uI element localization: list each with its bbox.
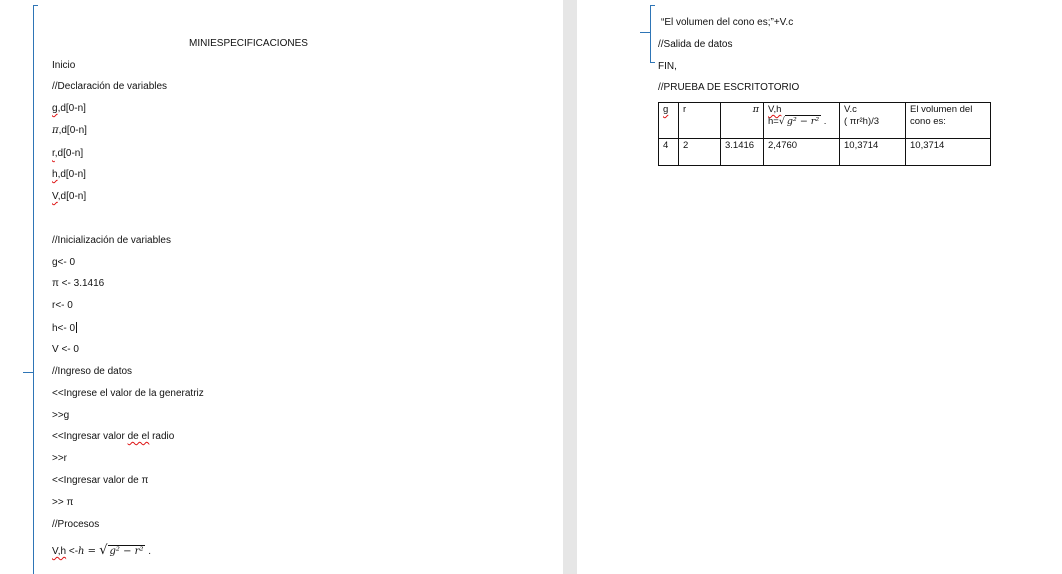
header-volume: El volumen del cono es: — [905, 102, 991, 139]
h-formula-prefix: h= — [768, 116, 779, 127]
right-document-page[interactable]: “El volumen del cono es;”+V.c //Salida d… — [577, 0, 1062, 574]
read-line: >>r — [52, 453, 68, 464]
comment-bracket-top-tick — [33, 5, 38, 6]
cell-pi: 3.1416 — [720, 138, 764, 166]
desk-test-table: g r π V,h h=√ g² − r² . V.c ( πr²h)/3 El … — [658, 102, 991, 166]
end-keyword: FIN, — [658, 61, 677, 72]
cell-r: 2 — [678, 138, 721, 166]
table-header-row: g r π V,h h=√ g² − r² . V.c ( πr²h)/3 El … — [658, 102, 991, 139]
declaration-line: V,d[0-n] — [52, 191, 86, 203]
assign-arrow: <- — [66, 546, 79, 557]
init-line: r<- 0 — [52, 300, 73, 311]
comment-bracket-bottom-tick — [650, 62, 655, 63]
start-keyword: Inicio — [52, 60, 76, 71]
prompt-text: <<Ingresar valor — [52, 431, 128, 442]
header-vh: V,h h=√ g² − r² . — [763, 102, 840, 139]
initialization-comment: //Inicialización de variables — [52, 235, 171, 246]
var-type: ,d[0-n] — [58, 125, 87, 136]
table-row: 4 2 3.1416 2,4760 10,3714 10,3714 — [658, 138, 991, 166]
header-g: g — [658, 102, 679, 139]
var-name: π — [52, 125, 59, 136]
pi-symbol: π — [752, 104, 759, 115]
formula-line: V,h <-h = √ g² − r² . — [52, 543, 151, 560]
declaration-line: g,d[0-n] — [52, 103, 86, 115]
formula-radicand: g² − r² — [107, 545, 146, 557]
formula-end: . — [145, 546, 152, 557]
cell-vh: 2,4760 — [763, 138, 840, 166]
var-type: ,d[0-n] — [57, 191, 87, 202]
process-comment: //Procesos — [52, 519, 100, 530]
input-comment: //Ingreso de datos — [52, 366, 133, 377]
output-line: “El volumen del cono es;”+V.c — [661, 17, 793, 29]
page-title: MINIESPECIFICACIONES — [189, 38, 308, 49]
comment-bracket — [33, 5, 34, 574]
header-vc: V.c ( πr²h)/3 — [839, 102, 906, 139]
misspelled-word: de el — [127, 431, 150, 442]
h-formula-end: . — [821, 116, 827, 127]
header-pi: π — [720, 102, 764, 139]
var-type: ,d[0-n] — [57, 103, 86, 114]
prompt-line: <<Ingrese el valor de la generatriz — [52, 388, 204, 399]
formula-lhs: h = — [78, 546, 100, 557]
desk-test-comment: //PRUEBA DE ESCRITOTORIO — [658, 82, 800, 93]
init-line: V <- 0 — [52, 344, 79, 355]
comment-anchor-tick — [640, 32, 651, 33]
header-vc-label: V.c — [844, 104, 857, 115]
declaration-line: r,d[0-n] — [52, 148, 83, 160]
header-h-formula: h=√ g² − r² . — [768, 115, 835, 128]
comment-bracket — [650, 5, 651, 63]
output-text: “El volumen del cono es;”+V.c — [661, 17, 794, 28]
declaration-line: h,d[0-n] — [52, 169, 86, 181]
init-line: π <- 3.1416 — [52, 278, 105, 289]
init-line: g<- 0 — [52, 257, 76, 268]
sqrt-symbol: √ — [778, 116, 785, 127]
text-cursor — [76, 322, 78, 333]
prompt-line: <<Ingresar valor de el radio — [52, 431, 174, 443]
var-type: ,d[0-n] — [57, 169, 86, 180]
sqrt-symbol: √ — [99, 543, 108, 558]
h-formula-radicand: g² − r² — [784, 115, 822, 127]
header-r: r — [678, 102, 721, 139]
prompt-line: <<Ingresar valor de π — [52, 475, 149, 486]
var-type: ,d[0-n] — [54, 148, 84, 159]
init-line-text: h<- 0 — [52, 323, 76, 334]
read-line: >>g — [52, 410, 70, 421]
declaration-comment: //Declaración de variables — [52, 81, 168, 92]
comment-bracket-top-tick — [650, 5, 655, 6]
prompt-text: radio — [149, 431, 175, 442]
left-document-page[interactable]: MINIESPECIFICACIONES Inicio //Declaració… — [0, 0, 563, 574]
cell-g: 4 — [658, 138, 679, 166]
declaration-line: π,d[0-n] — [52, 125, 87, 137]
cell-volume: 10,3714 — [905, 138, 991, 166]
header-vc-formula: ( πr²h)/3 — [844, 116, 880, 127]
output-comment: //Salida de datos — [658, 39, 733, 50]
comment-anchor-tick — [23, 372, 34, 373]
read-line: >> π — [52, 497, 74, 508]
init-line[interactable]: h<- 0 — [52, 322, 78, 335]
formula-variable: V,h — [52, 546, 67, 557]
cell-vc: 10,3714 — [839, 138, 906, 166]
